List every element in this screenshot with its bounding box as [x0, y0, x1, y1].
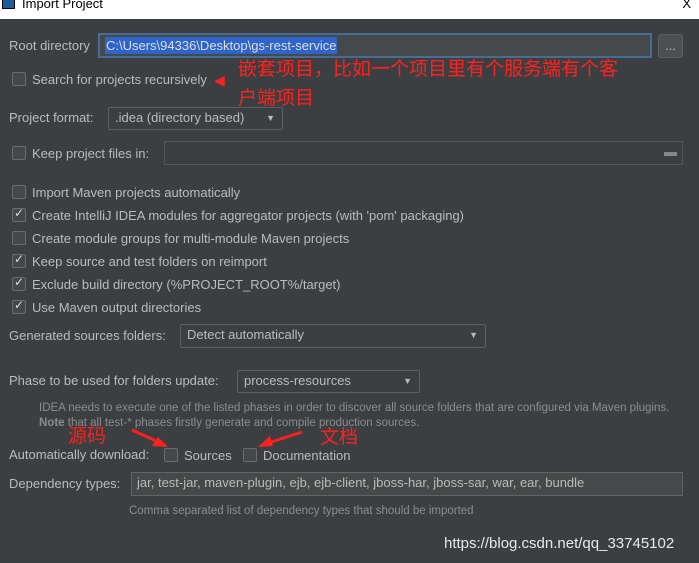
arrow-icon: [152, 437, 168, 447]
arrow-icon: [258, 436, 273, 447]
watermark: https://blog.csdn.net/qq_33745102: [444, 535, 675, 552]
annotation-arrows: [131, 428, 303, 447]
